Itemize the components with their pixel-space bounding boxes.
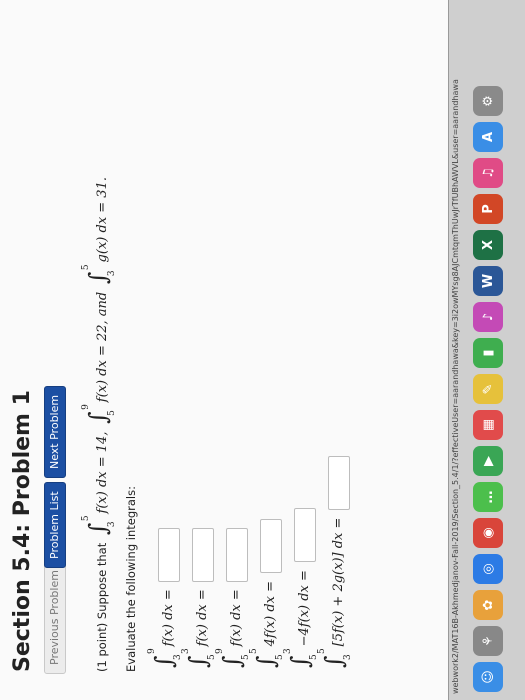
next-problem-button[interactable]: Next Problem [44, 385, 66, 478]
integral-sign: ∫ 5 3 [81, 264, 117, 285]
status-url: webwork2/MAT16B-Akhmedjanov-Fall-2019/Se… [451, 79, 460, 694]
appstore-icon[interactable]: A [473, 122, 503, 152]
integral-sign: ∫ 9 5 [215, 648, 251, 668]
word-icon[interactable]: W [473, 266, 503, 296]
launchpad-icon[interactable]: ⚘ [473, 626, 503, 656]
rotated-screen: Section 5.4: Problem 1 Previous Problem … [0, 0, 525, 700]
given-integral-2: f(x) dx = 22, and [95, 291, 110, 403]
integral-expression: f(x) dx = [229, 589, 244, 647]
integral-row: ∫ 5 3 [5f(x) + 2g(x)] dx = [317, 455, 353, 672]
integral-row: ∫ 9 3 f(x) dx = [147, 527, 183, 672]
calendar-icon[interactable]: ▦ [473, 410, 503, 440]
given-integral-3: g(x) dx = 31. [95, 177, 110, 263]
music-icon[interactable]: ♫ [473, 158, 503, 188]
integral-sign: ∫ 5 5 [249, 648, 285, 668]
integral-expression: −4f(x) dx = [297, 570, 312, 647]
integral-row: ∫ 5 5 4f(x) dx = [249, 519, 285, 672]
answer-input-1[interactable] [157, 527, 180, 582]
powerpoint-icon[interactable]: P [473, 194, 503, 224]
previous-problem-button[interactable]: Previous Problem [44, 561, 66, 674]
finder-icon[interactable]: ☺ [473, 662, 503, 692]
integral-sign: ∫ 3 5 [283, 648, 319, 668]
problem-points: (1 point) Suppose that [95, 542, 109, 672]
integral-sign: ∫ 9 3 [147, 648, 183, 668]
integral-sign: ∫ 5 3 [317, 648, 353, 668]
dock-area: webwork2/MAT16B-Akhmedjanov-Fall-2019/Se… [448, 0, 525, 700]
safari-icon[interactable]: ◎ [473, 554, 503, 584]
integral-sign: ∫ 9 5 [81, 404, 117, 424]
messages-icon[interactable]: … [473, 482, 503, 512]
answer-input-3[interactable] [225, 527, 248, 582]
integral-expression: 4f(x) dx = [263, 580, 278, 647]
problem-statement: (1 point) Suppose that ∫ 5 3 f(x) dx = 14,… [81, 177, 117, 672]
chrome-icon[interactable]: ◉ [473, 518, 503, 548]
itunes-icon[interactable]: ♪ [473, 302, 503, 332]
settings-icon[interactable]: ⚙ [473, 86, 503, 116]
integral-expression: [5f(x) + 2g(x)] dx = [331, 517, 346, 647]
answer-input-4[interactable] [259, 519, 282, 574]
integral-row: ∫ 9 5 f(x) dx = [215, 527, 251, 672]
integral-expression: f(x) dx = [195, 589, 210, 647]
integral-row: ∫ 3 5 −4f(x) dx = [283, 508, 319, 672]
excel-icon[interactable]: X [473, 230, 503, 260]
integral-sign: ∫ 5 3 [81, 515, 117, 536]
integral-row: ∫ 3 5 f(x) dx = [181, 527, 217, 672]
page-title: Section 5.4: Problem 1 [10, 390, 35, 672]
notes-icon[interactable]: ✎ [473, 374, 503, 404]
given-integral-1: f(x) dx = 14, [95, 431, 110, 514]
problem-list-button[interactable]: Problem List [44, 482, 66, 568]
integral-sign: ∫ 3 5 [181, 648, 217, 668]
dock: ☺ ⚘ ✿ ◎ ◉ … ▶ ▦ ✎ ▮ ♪ W X P ♫ A ⚙ [473, 86, 503, 692]
webwork-page: Section 5.4: Problem 1 Previous Problem … [0, 0, 448, 700]
photos-icon[interactable]: ✿ [473, 590, 503, 620]
facetime-icon[interactable]: ▶ [473, 446, 503, 476]
integral-expression: f(x) dx = [161, 589, 176, 647]
answer-input-6[interactable] [327, 455, 350, 510]
numbers-icon[interactable]: ▮ [473, 338, 503, 368]
instruction: Evaluate the following integrals: [124, 486, 138, 672]
answer-input-5[interactable] [293, 508, 316, 563]
answer-input-2[interactable] [191, 527, 214, 582]
